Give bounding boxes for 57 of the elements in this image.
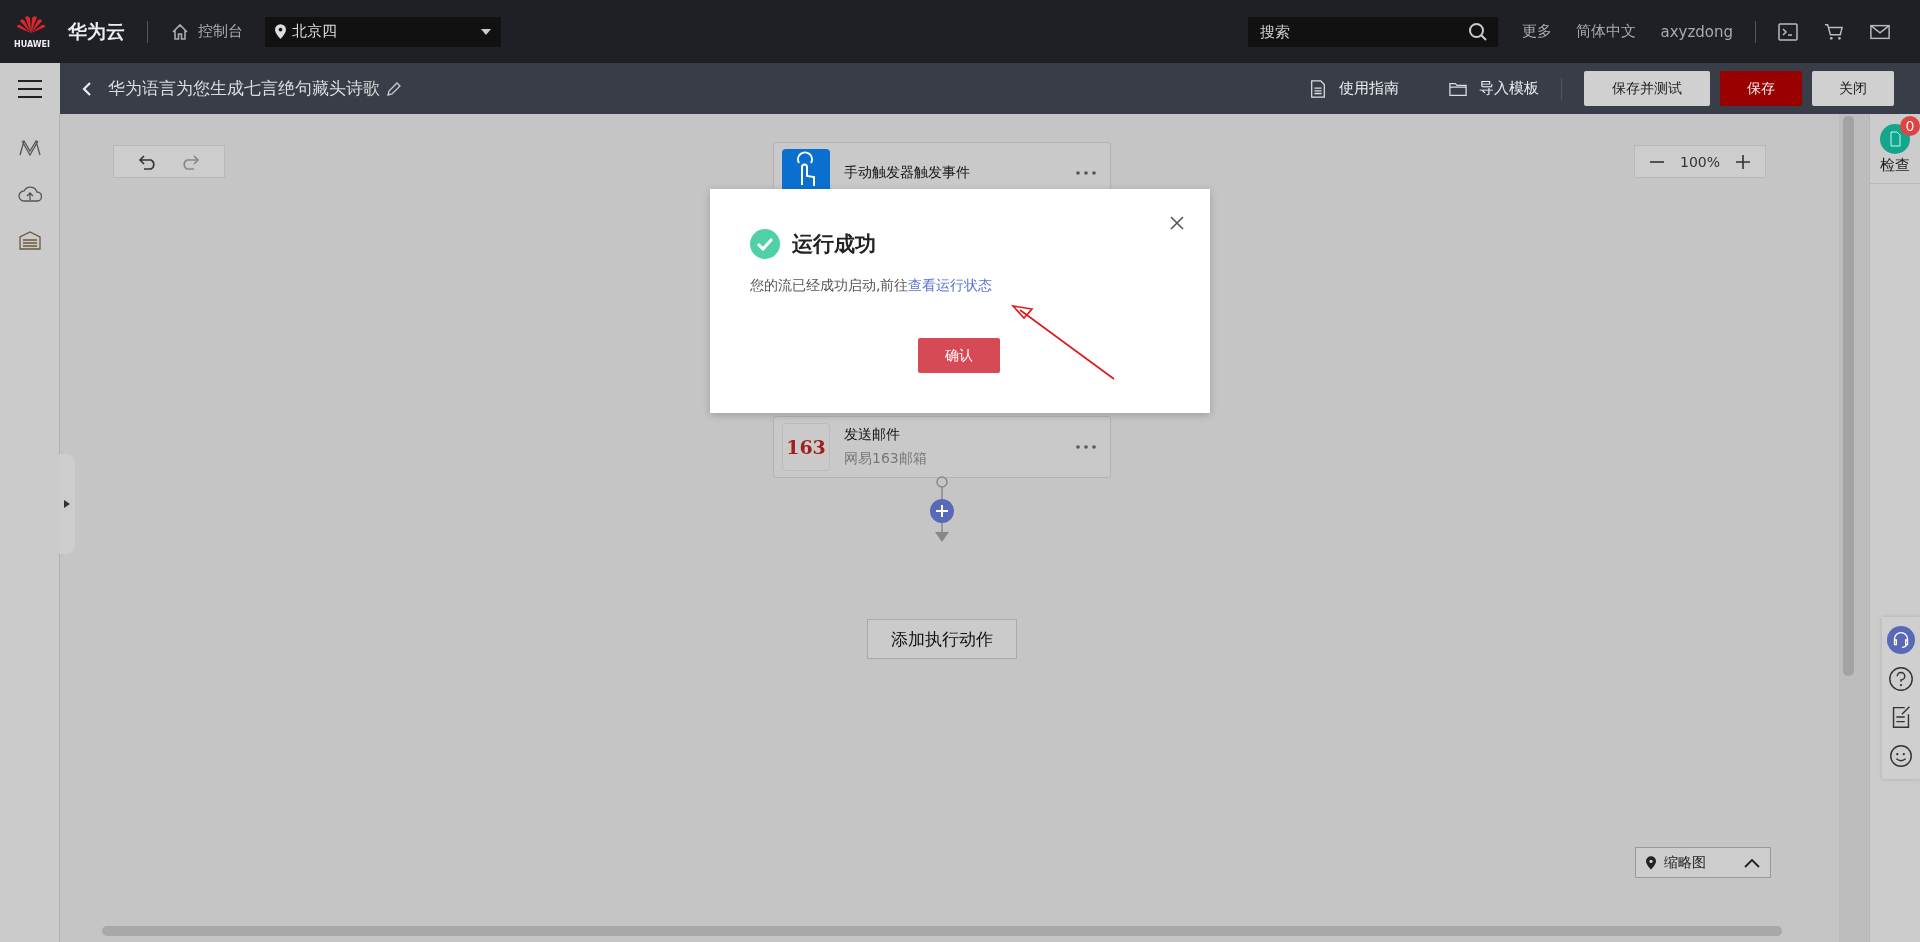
expand-handle[interactable] — [59, 454, 75, 554]
node-title: 发送邮件 — [844, 426, 901, 444]
search-icon[interactable] — [1468, 21, 1489, 42]
flow-title: 华为语言为您生成七言绝句藏头诗歌 — [108, 77, 380, 100]
chevron-up-icon — [1744, 857, 1760, 868]
document-icon — [1309, 79, 1327, 98]
back-icon[interactable] — [82, 80, 92, 97]
flow-node[interactable]: 163 发送邮件 网易163邮箱 — [773, 416, 1111, 478]
header-link[interactable]: 简体中文 — [1576, 22, 1637, 41]
zoom-level: 100% — [1680, 153, 1720, 170]
success-icon — [750, 229, 780, 259]
more-icon[interactable] — [1076, 171, 1096, 175]
flow-icon[interactable] — [17, 138, 42, 158]
header-link[interactable]: 更多 — [1522, 22, 1553, 41]
vertical-scrollbar[interactable] — [1843, 116, 1854, 676]
dialog-message: 您的流已经成功启动,前往查看运行状态 — [750, 277, 994, 295]
menu-button[interactable] — [0, 63, 60, 114]
brand-name[interactable]: 华为云 — [68, 18, 125, 45]
count-badge: 0 — [1900, 116, 1920, 136]
save-button[interactable]: 保存 — [1720, 71, 1802, 106]
terminal-icon[interactable] — [1778, 22, 1798, 41]
add-step-icon[interactable] — [930, 499, 954, 523]
horizontal-scrollbar[interactable] — [102, 926, 1782, 936]
headset-icon[interactable] — [1887, 626, 1915, 655]
logo-icon — [16, 14, 46, 34]
logo-text: HUAWEI — [14, 40, 51, 49]
guide-link[interactable]: 使用指南 — [1309, 79, 1399, 98]
thumbnail-toggle[interactable]: 缩略图 — [1635, 847, 1771, 878]
import-template-link[interactable]: 导入模板 — [1449, 79, 1539, 98]
location-pin-icon — [1646, 855, 1656, 870]
cloud-upload-icon[interactable] — [17, 184, 42, 204]
home-icon — [170, 21, 190, 42]
close-icon[interactable] — [1170, 216, 1184, 230]
mail-service-logo: 163 — [782, 423, 830, 471]
undo-icon[interactable] — [138, 153, 158, 170]
search-field[interactable]: 搜索 — [1248, 16, 1499, 47]
header-link[interactable]: axyzdong — [1660, 22, 1733, 41]
region-dropdown[interactable]: 北京四 — [265, 16, 501, 47]
edit-icon[interactable] — [386, 80, 402, 97]
toolbar-button[interactable]: 关闭 — [1812, 71, 1894, 106]
dialog-title: 运行成功 — [792, 231, 876, 258]
confirm-button[interactable]: 确认 — [918, 338, 1000, 373]
cart-icon[interactable] — [1824, 22, 1844, 41]
menu-icon — [18, 78, 42, 99]
location-pin-icon — [275, 24, 286, 39]
node-title: 手动触发器触发事件 — [844, 164, 971, 182]
run-status-link[interactable]: 查看运行状态 — [908, 277, 993, 293]
caret-icon — [481, 28, 491, 35]
node-subtitle: 网易163邮箱 — [844, 450, 928, 468]
more-icon[interactable] — [1076, 445, 1096, 449]
mail-icon[interactable] — [1870, 22, 1890, 41]
toolbar-button[interactable]: 保存并测试 — [1584, 71, 1710, 106]
help-icon[interactable] — [1887, 664, 1915, 693]
warehouse-icon[interactable] — [17, 230, 42, 250]
console-link[interactable]: 控制台 — [170, 21, 243, 42]
add-action-button[interactable]: 添加执行动作 — [867, 619, 1017, 659]
zoom-in-icon[interactable] — [1736, 154, 1750, 169]
